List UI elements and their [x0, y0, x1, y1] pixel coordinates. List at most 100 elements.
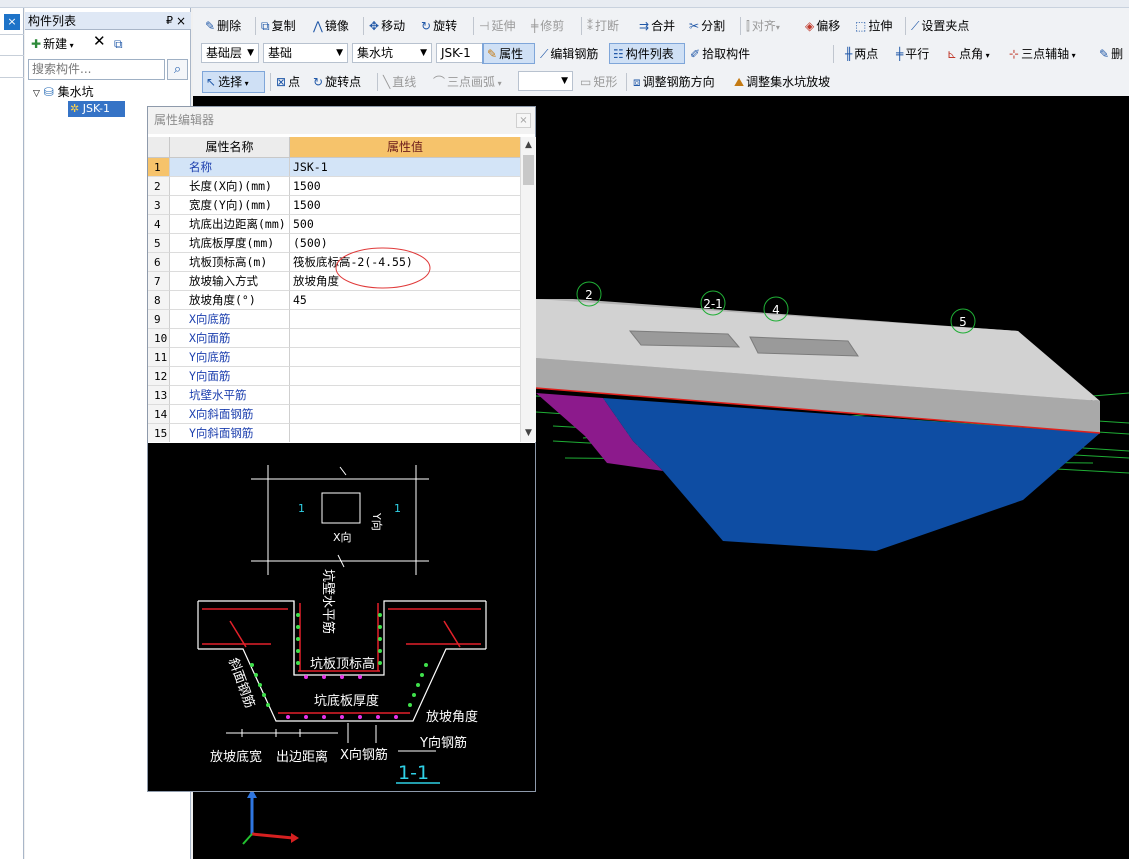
- rebar-icon: ⟋: [540, 47, 549, 61]
- component-list-button[interactable]: ☷ 构件列表: [613, 45, 674, 63]
- delete-button[interactable]: ✎ 删除: [205, 17, 241, 35]
- property-scrollbar[interactable]: ▲ ▼: [520, 137, 536, 442]
- table-row[interactable]: 13 坑壁水平筋: [148, 386, 520, 405]
- axis-icon: ╫: [845, 47, 853, 61]
- slope-icon: ⛰: [734, 75, 745, 89]
- delete-icon[interactable]: ✕: [93, 33, 106, 49]
- copy-icon[interactable]: ⧉: [114, 36, 123, 52]
- arc-button[interactable]: ⌒ 三点画弧 ▾: [433, 73, 502, 91]
- mirror-icon: ⋀: [313, 19, 323, 33]
- close-icon[interactable]: ×: [516, 113, 531, 128]
- rotate-button[interactable]: ↻ 旋转: [421, 17, 457, 35]
- draw-mode-select[interactable]: ▼: [518, 71, 573, 91]
- point-button[interactable]: ⊠ 点: [276, 73, 300, 91]
- tree-node-jsk1[interactable]: ✲ JSK-1: [68, 101, 125, 117]
- table-row[interactable]: 12 Y向面筋: [148, 367, 520, 386]
- section-mark: 1: [394, 502, 401, 515]
- mirror-button[interactable]: ⋀ 镜像: [313, 17, 349, 35]
- axis-label: 2: [585, 288, 593, 302]
- wall-bar-label: 坑壁水平筋: [320, 569, 336, 634]
- axis-label: 2-1: [703, 297, 723, 311]
- axis-label: 4: [772, 303, 780, 317]
- two-points-button[interactable]: ╫ 两点: [845, 45, 878, 63]
- scroll-up-icon[interactable]: ▲: [521, 137, 536, 154]
- chevron-down-icon: ▼: [420, 48, 427, 58]
- panel-toolbar: ✚ 新建 ▾ ✕ ⧉: [25, 32, 191, 58]
- toolbar-area: ✎ 删除 ⧉ 复制 ⋀ 镜像 ✥ 移动 ↻ 旋转 ⊣ 延伸 ╪ 修剪 ⁑ 打断 ⇉ 合并 ✂ 分割 …: [193, 8, 1129, 96]
- properties-button[interactable]: ✎ 属性: [487, 45, 523, 63]
- table-row[interactable]: 11 Y向底筋: [148, 348, 520, 367]
- stretch-icon: ⬚: [855, 19, 867, 33]
- align-button[interactable]: ⫿ 对齐▾: [746, 17, 780, 35]
- angle-icon: ⊾: [947, 47, 958, 61]
- pin-icon[interactable]: ₽: [166, 12, 173, 30]
- stretch-button[interactable]: ⬚ 拉伸: [855, 17, 892, 35]
- extend-button[interactable]: ⊣ 延伸: [479, 17, 515, 35]
- copy-button[interactable]: ⧉ 复制: [261, 17, 296, 35]
- grip-icon: ⟋: [911, 19, 920, 33]
- table-row[interactable]: 15 Y向斜面钢筋: [148, 424, 520, 442]
- axis-label: 5: [959, 315, 967, 329]
- align-icon: ⫿: [746, 19, 750, 33]
- line-button[interactable]: ╲ 直线: [383, 73, 416, 91]
- rect-button[interactable]: ▭ 矩形: [580, 73, 617, 91]
- toolbar-row-edit: ✎ 删除 ⧉ 复制 ⋀ 镜像 ✥ 移动 ↻ 旋转 ⊣ 延伸 ╪ 修剪 ⁑ 打断 ⇉ 合并 ✂ 分割 …: [193, 12, 1129, 40]
- edit-rebar-button[interactable]: ⟋ 编辑钢筋: [540, 45, 598, 63]
- scroll-down-icon[interactable]: ▼: [521, 425, 536, 442]
- collapse-icon[interactable]: ▽: [33, 89, 40, 99]
- table-row[interactable]: 1 名称 JSK-1: [148, 158, 520, 177]
- set-grip-button[interactable]: ⟋ 设置夹点: [911, 17, 969, 35]
- toolbar-row-draw: ↖ 选择 ▾ ⊠ 点 ↻ 旋转点 ╲ 直线 ⌒ 三点画弧 ▾ ▼ ▭ 矩形 ⧈ 调整钢筋方向 …: [193, 68, 1129, 96]
- adjust-slope-button[interactable]: ⛰ 调整集水坑放坡: [734, 73, 830, 91]
- trim-button[interactable]: ╪ 修剪: [531, 17, 564, 35]
- three-point-aux-button[interactable]: ⊹ 三点辅轴 ▾: [1009, 45, 1076, 63]
- move-button[interactable]: ✥ 移动: [369, 17, 405, 35]
- dimension-lines: [226, 723, 436, 752]
- adjust-rebar-dir-button[interactable]: ⧈ 调整钢筋方向: [633, 73, 715, 91]
- table-row[interactable]: 9 X向底筋: [148, 310, 520, 329]
- table-row[interactable]: 10 X向面筋: [148, 329, 520, 348]
- break-button[interactable]: ⁑ 打断: [587, 17, 619, 35]
- floor-select[interactable]: 基础层 ▼: [201, 43, 259, 63]
- close-icon[interactable]: ×: [4, 14, 20, 30]
- header-name: 属性名称: [170, 137, 290, 158]
- panel-title-text: 构件列表: [28, 14, 77, 28]
- trim-icon: ╪: [531, 19, 539, 33]
- section-title: 1-1: [398, 762, 429, 784]
- table-row[interactable]: 2 长度(X向)(mm) 1500: [148, 177, 520, 196]
- cursor-icon: ↖: [206, 75, 217, 89]
- axis-gizmo: [242, 789, 299, 845]
- split-button[interactable]: ✂ 分割: [689, 17, 725, 35]
- chevron-down-icon: ▼: [247, 48, 254, 58]
- merge-icon: ⇉: [639, 19, 650, 33]
- delete-aux-icon: ✎: [1099, 47, 1110, 61]
- table-row[interactable]: 3 宽度(Y向)(mm) 1500: [148, 196, 520, 215]
- move-icon: ✥: [369, 19, 380, 33]
- scroll-thumb[interactable]: [523, 155, 534, 185]
- parallel-button[interactable]: ╪ 平行: [896, 45, 929, 63]
- copy-icon: ⧉: [261, 19, 270, 33]
- x-rebar-label: X向钢筋: [340, 747, 388, 763]
- tree-node-sump[interactable]: ▽ ⛁ 集水坑: [33, 84, 94, 102]
- category-select[interactable]: 基础 ▼: [263, 43, 348, 63]
- arc-icon: ⌒: [433, 75, 446, 89]
- offset-button[interactable]: ◈ 偏移: [805, 17, 840, 35]
- search-icon[interactable]: ⌕: [167, 59, 188, 80]
- slope-width-label: 放坡底宽: [210, 749, 262, 765]
- table-row[interactable]: 4 坑底出边距离(mm) 500: [148, 215, 520, 234]
- parallel-icon: ╪: [896, 47, 904, 61]
- point-angle-button[interactable]: ⊾ 点角 ▾: [947, 45, 990, 63]
- select-button[interactable]: ↖ 选择 ▾: [206, 73, 249, 91]
- pick-component-button[interactable]: ✐ 拾取构件: [690, 45, 750, 63]
- close-icon[interactable]: ×: [176, 12, 186, 30]
- type-select[interactable]: 集水坑 ▼: [352, 43, 432, 63]
- separator: [255, 17, 256, 35]
- merge-button[interactable]: ⇉ 合并: [639, 17, 675, 35]
- rotate-point-button[interactable]: ↻ 旋转点: [313, 73, 361, 91]
- rect-icon: ▭: [580, 75, 592, 89]
- search-input[interactable]: 搜索构件...: [28, 59, 165, 80]
- table-row[interactable]: 14 X向斜面钢筋: [148, 405, 520, 424]
- delete-aux-button[interactable]: ✎ 删: [1099, 45, 1123, 63]
- new-button[interactable]: ✚ 新建 ▾: [31, 36, 74, 54]
- separator: [740, 17, 741, 35]
